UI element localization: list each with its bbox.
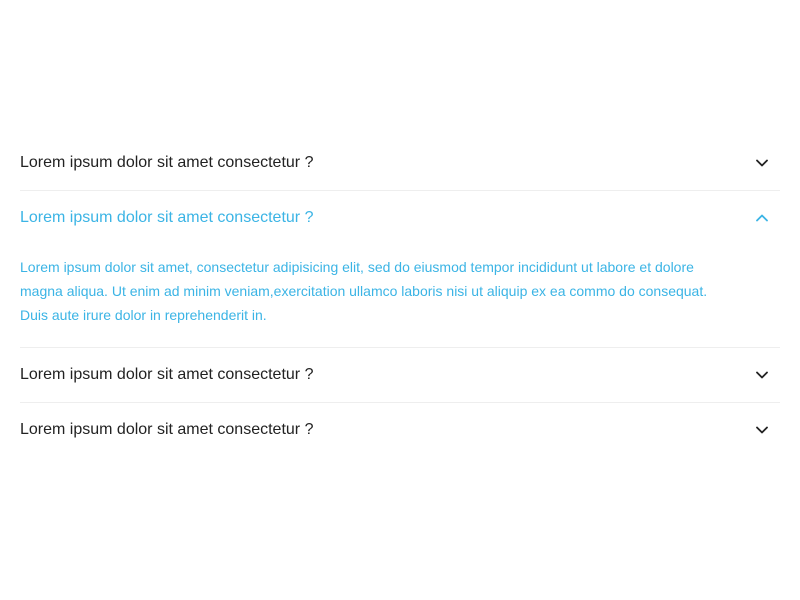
faq-item-header[interactable]: Lorem ipsum dolor sit amet consectetur ?	[20, 348, 780, 402]
chevron-up-icon[interactable]	[754, 210, 770, 226]
faq-question: Lorem ipsum dolor sit amet consectetur ?	[20, 366, 314, 383]
faq-item-header[interactable]: Lorem ipsum dolor sit amet consectetur ?	[20, 191, 780, 245]
faq-item: Lorem ipsum dolor sit amet consectetur ?	[20, 136, 780, 191]
faq-item-header[interactable]: Lorem ipsum dolor sit amet consectetur ?	[20, 136, 780, 190]
chevron-down-icon[interactable]	[754, 367, 770, 383]
faq-accordion: Lorem ipsum dolor sit amet consectetur ?…	[20, 136, 780, 457]
chevron-down-icon[interactable]	[754, 422, 770, 438]
faq-item: Lorem ipsum dolor sit amet consectetur ?	[20, 348, 780, 403]
faq-item-header[interactable]: Lorem ipsum dolor sit amet consectetur ?	[20, 403, 780, 457]
faq-answer: Lorem ipsum dolor sit amet, consectetur …	[20, 259, 708, 323]
chevron-down-icon[interactable]	[754, 155, 770, 171]
faq-item: Lorem ipsum dolor sit amet consectetur ?…	[20, 191, 780, 348]
faq-question: Lorem ipsum dolor sit amet consectetur ?	[20, 421, 314, 438]
faq-item: Lorem ipsum dolor sit amet consectetur ?	[20, 403, 780, 457]
faq-question: Lorem ipsum dolor sit amet consectetur ?	[20, 209, 314, 226]
faq-question: Lorem ipsum dolor sit amet consectetur ?	[20, 154, 314, 171]
